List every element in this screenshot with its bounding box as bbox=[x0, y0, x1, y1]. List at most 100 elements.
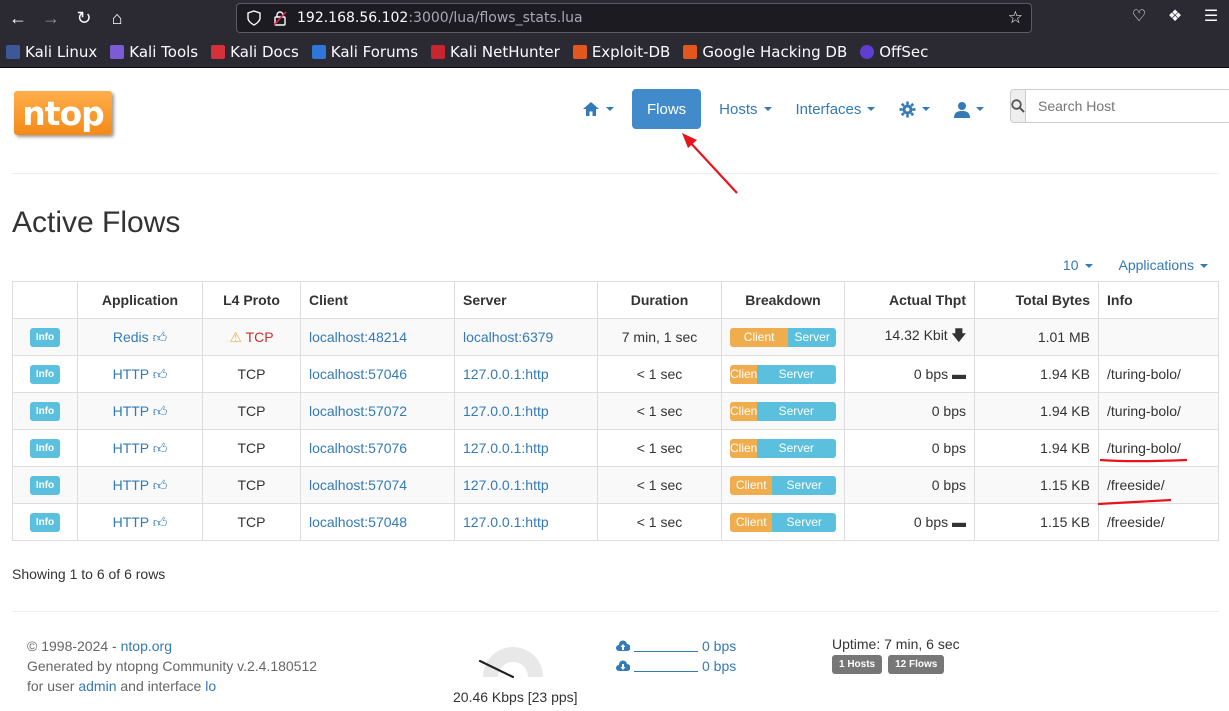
server-port-link[interactable]: :6379 bbox=[518, 329, 553, 345]
server-host-link[interactable]: localhost bbox=[463, 329, 518, 345]
info-button[interactable]: Info bbox=[29, 365, 61, 384]
search-button[interactable] bbox=[1010, 89, 1026, 123]
col-header-application[interactable]: Application bbox=[77, 281, 203, 319]
col-header-breakdown[interactable]: Breakdown bbox=[721, 281, 845, 319]
col-header-client[interactable]: Client bbox=[300, 281, 455, 319]
bookmark-star-icon[interactable]: ☆ bbox=[1008, 8, 1023, 28]
application-link[interactable]: Redis bbox=[113, 329, 149, 345]
extensions-icon[interactable]: ❖ bbox=[1165, 6, 1185, 26]
bookmark-google-hacking-db[interactable]: Google Hacking DB bbox=[683, 43, 847, 61]
ntopng-page: ntop Flows Hosts Interfaces Active Flows… bbox=[0, 69, 1229, 711]
info-button[interactable]: Info bbox=[29, 402, 61, 421]
bookmark-kali-linux[interactable]: Kali Linux bbox=[6, 43, 97, 61]
ntop-org-link[interactable]: ntop.org bbox=[121, 638, 172, 654]
hosts-badge[interactable]: 1 Hosts bbox=[832, 655, 883, 674]
user-menu[interactable] bbox=[942, 89, 996, 129]
client-host-link[interactable]: localhost bbox=[309, 329, 364, 345]
server-port-link[interactable]: :http bbox=[521, 403, 548, 419]
server-host-link[interactable]: 127.0.0.1 bbox=[463, 514, 521, 530]
client-host-link[interactable]: localhost bbox=[309, 366, 364, 382]
rows-per-page-dropdown[interactable]: 10 bbox=[1063, 257, 1093, 273]
cell-client: localhost:48214 bbox=[300, 318, 455, 356]
client-port-link[interactable]: :57072 bbox=[364, 403, 407, 419]
cell-server: localhost:6379 bbox=[454, 318, 598, 356]
settings-menu[interactable] bbox=[887, 89, 942, 129]
server-port-link[interactable]: :http bbox=[521, 477, 548, 493]
search-icon bbox=[1011, 99, 1025, 113]
ntop-logo[interactable]: ntop bbox=[14, 91, 112, 135]
server-port-link[interactable]: :http bbox=[521, 514, 548, 530]
client-host-link[interactable]: localhost bbox=[309, 440, 364, 456]
cell-server: 127.0.0.1:http bbox=[454, 503, 598, 541]
interface-lo-link[interactable]: lo bbox=[205, 678, 216, 694]
nav-flows[interactable]: Flows bbox=[632, 89, 702, 129]
info-button[interactable]: Info bbox=[29, 439, 61, 458]
table-controls: 10 Applications bbox=[1063, 257, 1208, 273]
breakdown-bar: Clien Server bbox=[730, 401, 836, 421]
client-host-link[interactable]: localhost bbox=[309, 514, 364, 530]
nav-interfaces[interactable]: Interfaces bbox=[784, 89, 888, 129]
home-icon[interactable]: ⌂ bbox=[102, 3, 132, 33]
cell-server: 127.0.0.1:http bbox=[454, 429, 598, 467]
col-header-server[interactable]: Server bbox=[454, 281, 598, 319]
col-header-actual-thpt[interactable]: Actual Thpt bbox=[844, 281, 975, 319]
user-admin-link[interactable]: admin bbox=[78, 678, 116, 694]
address-bar[interactable]: 192.168.56.102:3000/lua/flows_stats.lua … bbox=[236, 3, 1032, 33]
breakdown-bar: Client Server bbox=[730, 475, 836, 495]
home-menu[interactable] bbox=[570, 89, 626, 129]
pocket-icon[interactable]: ♡ bbox=[1129, 6, 1149, 26]
client-port-link[interactable]: :57076 bbox=[364, 440, 407, 456]
user-prefix: for user bbox=[27, 678, 79, 694]
info-button[interactable]: Info bbox=[29, 513, 61, 532]
col-header-duration[interactable]: Duration bbox=[597, 281, 722, 319]
client-port-link[interactable]: :57048 bbox=[364, 514, 407, 530]
application-link[interactable]: HTTP bbox=[113, 514, 149, 530]
flows-badge[interactable]: 12 Flows bbox=[888, 655, 945, 674]
cell-info: /turing-bolo/ bbox=[1098, 429, 1219, 467]
bookmark-offsec[interactable]: OffSec bbox=[860, 43, 928, 61]
bookmark-kali-nethunter[interactable]: Kali NetHunter bbox=[431, 43, 560, 61]
application-link[interactable]: HTTP bbox=[113, 477, 149, 493]
bookmark-kali-tools[interactable]: Kali Tools bbox=[110, 43, 198, 61]
bookmark-kali-forums[interactable]: Kali Forums bbox=[311, 43, 418, 61]
server-host-link[interactable]: 127.0.0.1 bbox=[463, 403, 521, 419]
col-header-l4-proto[interactable]: L4 Proto bbox=[202, 281, 301, 319]
application-link[interactable]: HTTP bbox=[113, 440, 149, 456]
bookmark-exploit-db[interactable]: Exploit-DB bbox=[572, 43, 670, 61]
info-button[interactable]: Info bbox=[29, 328, 61, 347]
server-port-link[interactable]: :http bbox=[521, 366, 548, 382]
client-host-link[interactable]: localhost bbox=[309, 403, 364, 419]
forward-icon[interactable]: → bbox=[36, 3, 66, 33]
client-port-link[interactable]: :48214 bbox=[364, 329, 407, 345]
cell-info: /turing-bolo/ bbox=[1098, 392, 1219, 430]
nav-hosts[interactable]: Hosts bbox=[707, 89, 783, 129]
applications-filter-dropdown[interactable]: Applications bbox=[1119, 257, 1208, 273]
col-header-total-bytes[interactable]: Total Bytes bbox=[974, 281, 1099, 319]
client-port-link[interactable]: :57046 bbox=[364, 366, 407, 382]
thumbs-up-icon: 👍︎ bbox=[152, 513, 168, 530]
server-host-link[interactable]: 127.0.0.1 bbox=[463, 440, 521, 456]
reload-icon[interactable]: ↻ bbox=[69, 3, 99, 33]
cell-duration: < 1 sec bbox=[597, 429, 722, 467]
back-icon[interactable]: ← bbox=[3, 3, 33, 33]
client-port-link[interactable]: :57074 bbox=[364, 477, 407, 493]
throughput-value: 0 bps bbox=[931, 440, 966, 456]
col-header-info[interactable]: Info bbox=[1098, 281, 1219, 319]
cell-actions: Info bbox=[12, 355, 78, 393]
server-host-link[interactable]: 127.0.0.1 bbox=[463, 366, 521, 382]
application-link[interactable]: HTTP bbox=[113, 366, 149, 382]
cell-breakdown: Clien Server bbox=[721, 429, 845, 467]
bookmark-kali-docs[interactable]: Kali Docs bbox=[211, 43, 299, 61]
info-button[interactable]: Info bbox=[29, 476, 61, 495]
client-host-link[interactable]: localhost bbox=[309, 477, 364, 493]
cell-l4-proto: TCP bbox=[202, 429, 301, 467]
server-host-link[interactable]: 127.0.0.1 bbox=[463, 477, 521, 493]
cell-l4-proto: TCP bbox=[202, 503, 301, 541]
minus-icon: ▬ bbox=[952, 514, 966, 530]
thumbs-up-icon: 👍︎ bbox=[152, 439, 168, 456]
server-port-link[interactable]: :http bbox=[521, 440, 548, 456]
application-link[interactable]: HTTP bbox=[113, 403, 149, 419]
menu-icon[interactable]: ☰ bbox=[1201, 6, 1221, 26]
cell-duration: < 1 sec bbox=[597, 392, 722, 430]
search-host-input[interactable] bbox=[1026, 89, 1229, 123]
